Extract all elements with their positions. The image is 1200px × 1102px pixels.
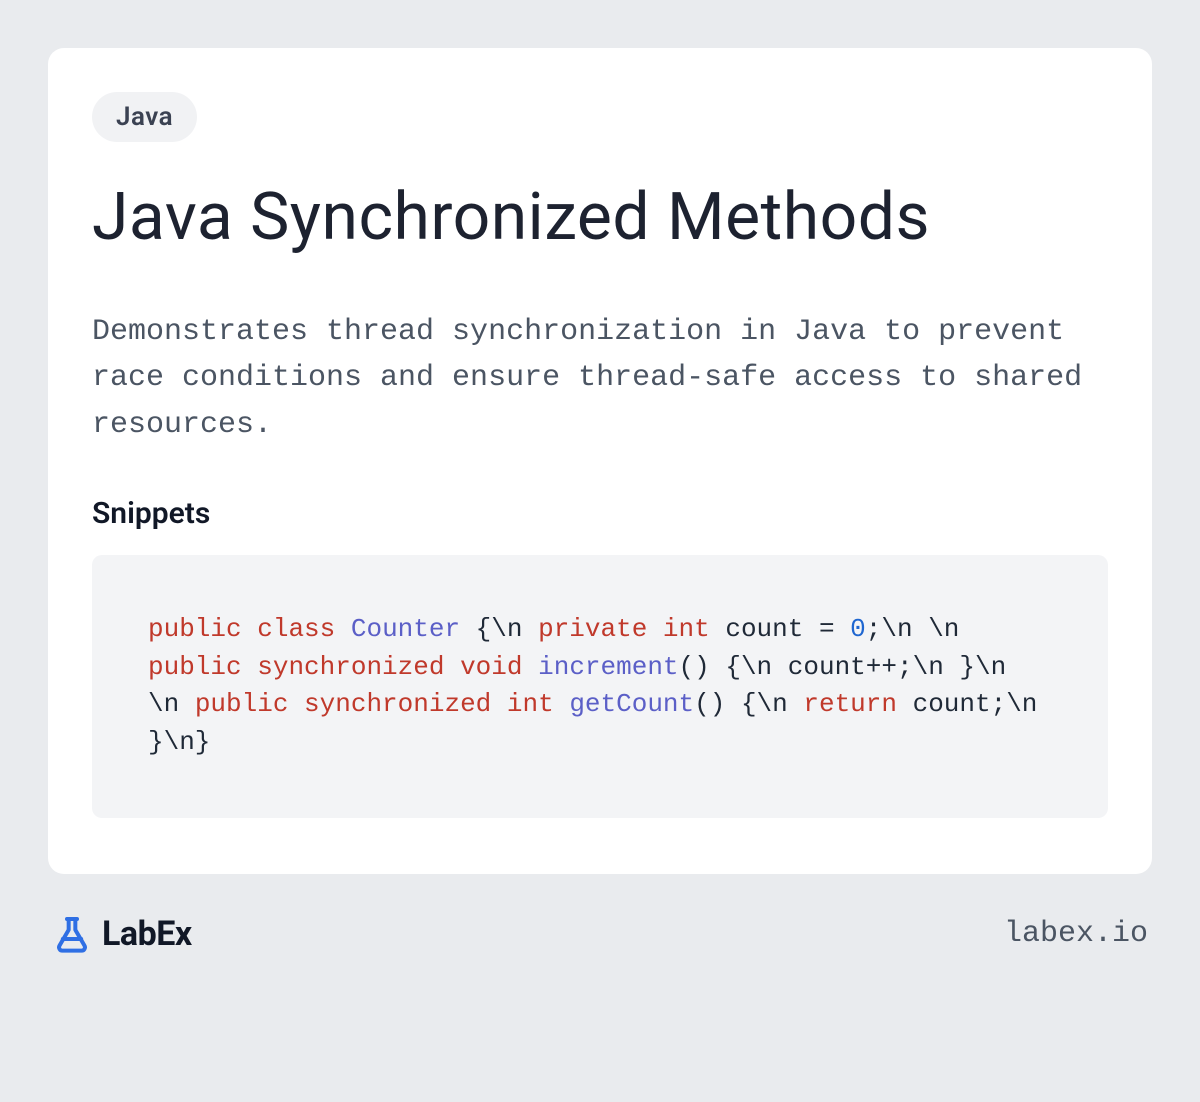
snippets-heading: Snippets — [92, 496, 1108, 531]
site-url: labex.io — [1004, 917, 1148, 951]
language-tag: Java — [92, 92, 197, 142]
code-snippet: public class Counter {\n private int cou… — [92, 555, 1108, 818]
brand: LabEx — [52, 914, 192, 954]
page-footer: LabEx labex.io — [48, 914, 1152, 954]
brand-name: LabEx — [102, 914, 192, 954]
page-description: Demonstrates thread synchronization in J… — [92, 309, 1108, 449]
page-title: Java Synchronized Methods — [92, 182, 1108, 255]
content-card: Java Java Synchronized Methods Demonstra… — [48, 48, 1152, 874]
flask-icon — [52, 914, 92, 954]
